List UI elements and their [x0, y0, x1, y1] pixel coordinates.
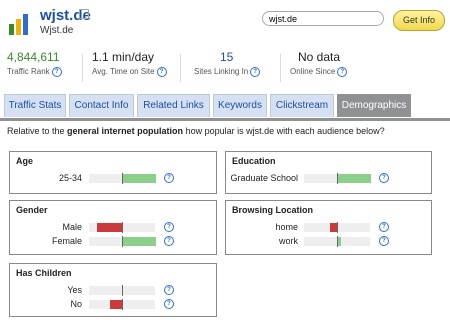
panel-education: Education Graduate School ?: [225, 151, 432, 194]
row-label: 25-34: [58, 173, 82, 183]
row-label: work: [278, 236, 298, 246]
demographic-row: home ?: [226, 222, 431, 234]
demographic-row: work ?: [226, 236, 431, 248]
panel-has-children: Has Children Yes ? No ?: [9, 263, 217, 317]
tab-traffic-stats[interactable]: Traffic Stats: [4, 94, 66, 117]
demographic-row: Graduate School ?: [226, 173, 431, 185]
stat-time-on-site: 1.1 min/day Avg. Time on Site?: [92, 50, 167, 84]
row-label: Yes: [67, 285, 82, 295]
divider: [82, 54, 83, 82]
bar-fill-negative: [110, 300, 122, 309]
row-label: No: [70, 299, 82, 309]
demographic-bar: [89, 236, 156, 247]
bar-baseline: [122, 299, 123, 310]
stat-label: Sites Linking In: [194, 67, 249, 77]
bar-fill-positive: [338, 174, 371, 183]
intro-post: how popular is wjst.de with each audienc…: [183, 126, 385, 136]
stat-value: 4,844,611: [7, 50, 60, 64]
demographic-bar: [304, 173, 371, 184]
tab-clickstream[interactable]: Clickstream: [270, 94, 334, 117]
bar-fill-positive: [123, 174, 156, 183]
tab-contact-info[interactable]: Contact Info: [69, 94, 134, 117]
bar-baseline: [122, 236, 123, 247]
bar-baseline: [337, 222, 338, 233]
divider: [180, 54, 181, 82]
stat-label: Avg. Time on Site: [92, 67, 155, 77]
demographic-row: No ?: [10, 299, 216, 311]
get-info-button[interactable]: Get Info: [393, 10, 445, 31]
demographic-bar: [304, 222, 370, 233]
search-input[interactable]: [262, 11, 384, 26]
stat-label: Online Since: [290, 67, 336, 77]
help-icon[interactable]: ?: [379, 173, 389, 183]
help-icon[interactable]: ?: [164, 299, 174, 309]
help-icon[interactable]: ?: [379, 236, 389, 246]
help-icon[interactable]: ?: [379, 222, 389, 232]
row-label: home: [275, 222, 298, 232]
panel-title: Browsing Location: [232, 205, 313, 215]
bar-baseline: [122, 173, 123, 184]
row-label: Graduate School: [230, 173, 298, 183]
divider: [280, 54, 281, 82]
demographic-row: Male ?: [10, 222, 216, 234]
bar-baseline: [122, 285, 123, 296]
panel-title: Gender: [16, 205, 48, 215]
site-subtitle: Wjst.de: [40, 25, 74, 36]
demographic-row: Female ?: [10, 236, 216, 248]
demographic-bar: [304, 236, 370, 247]
panel-age: Age 25-34 ?: [9, 151, 217, 194]
demographic-row: Yes ?: [10, 285, 216, 297]
panel-title: Education: [232, 156, 276, 166]
tab-keywords[interactable]: Keywords: [213, 94, 267, 117]
panel-gender: Gender Male ? Female ?: [9, 200, 217, 255]
bar-baseline: [122, 222, 123, 233]
stat-value: 1.1 min/day: [92, 50, 155, 64]
stat-value[interactable]: 15: [194, 50, 260, 64]
help-icon[interactable]: ?: [51, 67, 62, 77]
stats-bar: 4,844,611 Traffic Rank? 1.1 min/day Avg.…: [0, 50, 450, 88]
bar-fill-positive: [123, 237, 156, 246]
site-header: wjst.de Wjst.de Get Info: [0, 0, 450, 46]
help-icon[interactable]: ?: [337, 67, 348, 77]
bar-baseline: [337, 173, 338, 184]
tab-demographics[interactable]: Demographics: [337, 94, 411, 117]
tab-bar: Traffic Stats Contact Info Related Links…: [0, 94, 450, 121]
help-icon[interactable]: ?: [156, 67, 167, 77]
panel-title: Has Children: [16, 268, 72, 278]
tab-related-links[interactable]: Related Links: [137, 94, 210, 117]
stat-online-since: No data Online Since?: [290, 50, 348, 84]
intro-text: Relative to the general internet populat…: [7, 126, 385, 136]
site-logo-icon: [9, 14, 28, 35]
bar-fill-positive: [338, 237, 341, 246]
row-label: Female: [51, 236, 82, 246]
bar-fill-negative: [97, 223, 122, 232]
bar-fill-negative: [330, 223, 337, 232]
panel-browsing-location: Browsing Location home ? work ?: [225, 200, 432, 255]
stat-sites-linking-in: 15 Sites Linking In?: [194, 50, 261, 84]
demographic-bar: [89, 285, 155, 296]
row-label: Male: [62, 222, 82, 232]
external-link-icon[interactable]: [79, 9, 89, 19]
demographic-row: 25-34 ?: [10, 173, 216, 185]
bar-baseline: [337, 236, 338, 247]
help-icon[interactable]: ?: [164, 236, 174, 246]
intro-pre: Relative to the: [7, 126, 68, 136]
stat-traffic-rank: 4,844,611 Traffic Rank?: [7, 50, 62, 84]
stat-label: Traffic Rank: [7, 67, 50, 77]
demographic-bar: [89, 299, 155, 310]
intro-bold: general internet population: [67, 126, 184, 136]
demographic-bar: [89, 173, 156, 184]
help-icon[interactable]: ?: [164, 285, 174, 295]
help-icon[interactable]: ?: [250, 67, 261, 77]
stat-value: No data: [298, 50, 341, 64]
help-icon[interactable]: ?: [164, 173, 174, 183]
demographic-bar: [89, 222, 155, 233]
help-icon[interactable]: ?: [164, 222, 174, 232]
panel-title: Age: [16, 156, 34, 166]
